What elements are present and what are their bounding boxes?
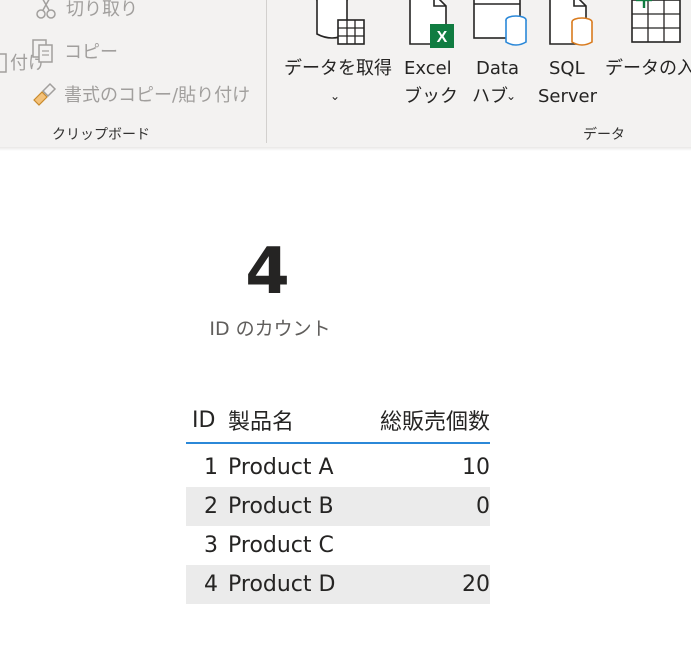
enter-data-table-icon: [630, 0, 686, 55]
cell-qty: 0: [476, 494, 490, 519]
data-hub-label-line1: Data: [476, 58, 519, 79]
cut-label: 切り取り: [66, 0, 138, 20]
database-table-icon: [314, 0, 366, 57]
column-header-qty[interactable]: 総販売個数: [378, 404, 490, 436]
get-data-button[interactable]: データを取得 ⌄: [282, 0, 392, 112]
data-hub-button[interactable]: Data ハブ ⌄: [468, 0, 532, 112]
group-divider: [266, 0, 267, 143]
sql-server-label-line1: SQL: [549, 58, 585, 79]
data-hub-icon: [472, 0, 530, 57]
table-visual[interactable]: ID 製品名 総販売個数 1 Product A 10 2 Product B …: [186, 398, 490, 604]
cell-qty: 20: [462, 572, 490, 597]
card-label: ID のカウント: [209, 318, 331, 340]
cell-id: 2: [204, 494, 218, 519]
table-row[interactable]: 3 Product C: [186, 526, 490, 565]
column-header-id[interactable]: ID: [186, 408, 228, 433]
copy-button[interactable]: コピー: [30, 37, 118, 65]
enter-data-button[interactable]: データの入: [604, 0, 691, 112]
data-group-label: データ: [583, 127, 625, 143]
column-header-name[interactable]: 製品名: [228, 404, 378, 436]
excel-icon: X: [408, 0, 456, 59]
table-row[interactable]: 2 Product B 0: [186, 487, 490, 526]
excel-label-line1: Excel: [404, 58, 452, 79]
sql-server-icon: [548, 0, 596, 59]
paste-icon: [0, 48, 8, 76]
sql-server-label-line2: Server: [538, 86, 598, 107]
paintbrush-icon: [30, 80, 58, 108]
format-painter-button[interactable]: 書式のコピー/貼り付け: [30, 80, 250, 108]
ribbon: 付け 切り取り コピー 書式のコピー/貼り付け クリップボード データを取得 ⌄…: [0, 0, 691, 148]
table-row[interactable]: 1 Product A 10: [186, 448, 490, 487]
table-row[interactable]: 4 Product D 20: [186, 565, 490, 604]
data-hub-label-line2: ハブ: [472, 86, 508, 107]
cell-name: Product D: [228, 572, 336, 597]
cell-id: 1: [204, 455, 218, 480]
scissors-icon: [32, 0, 60, 22]
cut-button[interactable]: 切り取り: [32, 0, 138, 22]
excel-label-line2: ブック: [404, 86, 458, 107]
ribbon-shadow: [0, 147, 691, 151]
cell-name: Product B: [228, 494, 334, 519]
cell-name: Product C: [228, 533, 334, 558]
table-header: ID 製品名 総販売個数: [186, 398, 490, 444]
format-painter-label: 書式のコピー/貼り付け: [64, 85, 251, 106]
clipboard-group-label: クリップボード: [52, 127, 150, 143]
chevron-down-icon: ⌄: [330, 89, 341, 103]
chevron-down-icon: ⌄: [506, 89, 517, 103]
cell-name: Product A: [228, 455, 334, 480]
excel-workbook-button[interactable]: X Excel ブック: [400, 0, 458, 112]
copy-label: コピー: [64, 42, 118, 63]
cell-id: 4: [204, 572, 218, 597]
enter-data-label: データの入: [605, 58, 691, 79]
cell-qty: 10: [462, 455, 490, 480]
svg-text:X: X: [437, 29, 448, 46]
cell-id: 3: [204, 533, 218, 558]
card-value: 4: [245, 235, 290, 309]
get-data-label: データを取得: [284, 58, 392, 79]
sql-server-button[interactable]: SQL Server: [536, 0, 600, 112]
copy-icon: [30, 37, 58, 65]
